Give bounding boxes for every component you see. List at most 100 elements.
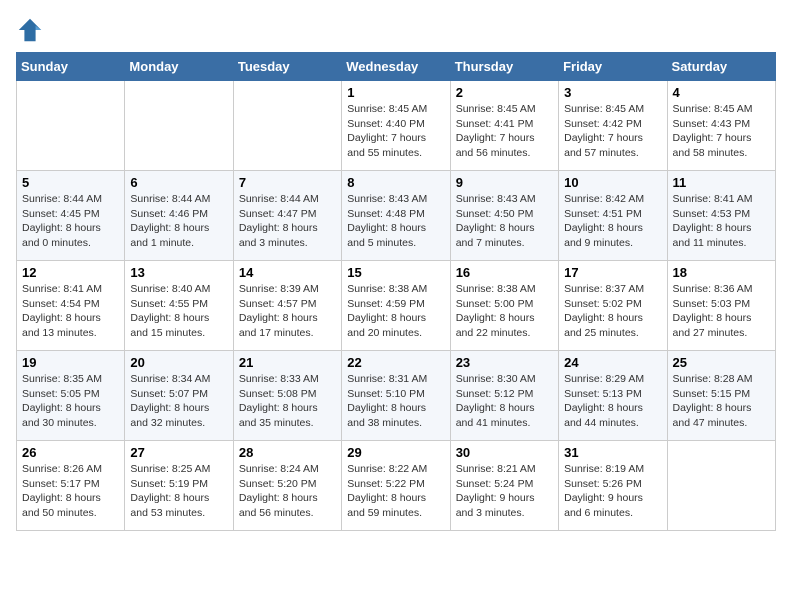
day-number: 16 [456, 265, 553, 280]
day-number: 14 [239, 265, 336, 280]
day-number: 12 [22, 265, 119, 280]
cell-details: Sunrise: 8:45 AMSunset: 4:42 PMDaylight:… [564, 102, 661, 161]
calendar-cell: 12Sunrise: 8:41 AMSunset: 4:54 PMDayligh… [17, 261, 125, 351]
calendar-cell: 13 Sunrise: 8:40 AMSunset: 4:55 PMDayligh… [125, 261, 233, 351]
calendar-cell: 19 Sunrise: 8:35 AMSunset: 5:05 PMDayligh… [17, 351, 125, 441]
day-number: 7 [239, 175, 336, 190]
calendar-cell [233, 81, 341, 171]
weekday-header-row: SundayMondayTuesdayWednesdayThursdayFrid… [17, 53, 776, 81]
cell-details: Sunrise: 8:44 AMSunset: 4:45 PMDaylight:… [22, 192, 119, 251]
calendar-table: SundayMondayTuesdayWednesdayThursdayFrid… [16, 52, 776, 531]
calendar-cell [667, 441, 775, 531]
day-number: 29 [347, 445, 444, 460]
calendar-cell: 16 Sunrise: 8:38 AMSunset: 5:00 PMDayligh… [450, 261, 558, 351]
calendar-cell: 22 Sunrise: 8:31 AMSunset: 5:10 PMDayligh… [342, 351, 450, 441]
calendar-cell: 6 Sunrise: 8:44 AMSunset: 4:46 PMDaylight… [125, 171, 233, 261]
weekday-header-friday: Friday [559, 53, 667, 81]
cell-details: Sunrise: 8:41 AMSunset: 4:53 PMDaylight:… [673, 192, 770, 251]
calendar-cell: 17 Sunrise: 8:37 AMSunset: 5:02 PMDayligh… [559, 261, 667, 351]
cell-details: Sunrise: 8:28 AMSunset: 5:15 PMDaylight:… [673, 372, 770, 431]
calendar-cell: 31Sunrise: 8:19 AMSunset: 5:26 PMDayligh… [559, 441, 667, 531]
cell-details: Sunrise: 8:40 AMSunset: 4:55 PMDaylight:… [130, 282, 227, 341]
calendar-cell: 20 Sunrise: 8:34 AMSunset: 5:07 PMDayligh… [125, 351, 233, 441]
calendar-cell: 21Sunrise: 8:33 AMSunset: 5:08 PMDayligh… [233, 351, 341, 441]
calendar-cell: 11 Sunrise: 8:41 AMSunset: 4:53 PMDayligh… [667, 171, 775, 261]
day-number: 18 [673, 265, 770, 280]
calendar-cell: 27 Sunrise: 8:25 AMSunset: 5:19 PMDayligh… [125, 441, 233, 531]
calendar-cell: 25 Sunrise: 8:28 AMSunset: 5:15 PMDayligh… [667, 351, 775, 441]
cell-details: Sunrise: 8:43 AMSunset: 4:50 PMDaylight:… [456, 192, 553, 251]
calendar-cell: 4Sunrise: 8:45 AMSunset: 4:43 PMDaylight… [667, 81, 775, 171]
day-number: 8 [347, 175, 444, 190]
cell-details: Sunrise: 8:45 AMSunset: 4:40 PMDaylight:… [347, 102, 444, 161]
calendar-cell: 10 Sunrise: 8:42 AMSunset: 4:51 PMDayligh… [559, 171, 667, 261]
day-number: 1 [347, 85, 444, 100]
week-row-2: 5 Sunrise: 8:44 AMSunset: 4:45 PMDaylight… [17, 171, 776, 261]
cell-details: Sunrise: 8:43 AMSunset: 4:48 PMDaylight:… [347, 192, 444, 251]
logo-icon [16, 16, 44, 44]
calendar-cell: 14 Sunrise: 8:39 AMSunset: 4:57 PMDayligh… [233, 261, 341, 351]
cell-details: Sunrise: 8:26 AMSunset: 5:17 PMDaylight:… [22, 462, 119, 521]
day-number: 23 [456, 355, 553, 370]
cell-details: Sunrise: 8:39 AMSunset: 4:57 PMDaylight:… [239, 282, 336, 341]
cell-details: Sunrise: 8:44 AMSunset: 4:47 PMDaylight:… [239, 192, 336, 251]
day-number: 11 [673, 175, 770, 190]
day-number: 19 [22, 355, 119, 370]
day-number: 9 [456, 175, 553, 190]
calendar-cell: 18 Sunrise: 8:36 AMSunset: 5:03 PMDayligh… [667, 261, 775, 351]
cell-details: Sunrise: 8:25 AMSunset: 5:19 PMDaylight:… [130, 462, 227, 521]
calendar-cell: 5 Sunrise: 8:44 AMSunset: 4:45 PMDaylight… [17, 171, 125, 261]
calendar-cell: 9 Sunrise: 8:43 AMSunset: 4:50 PMDaylight… [450, 171, 558, 261]
day-number: 21 [239, 355, 336, 370]
calendar-cell: 3 Sunrise: 8:45 AMSunset: 4:42 PMDaylight… [559, 81, 667, 171]
calendar-cell: 28 Sunrise: 8:24 AMSunset: 5:20 PMDayligh… [233, 441, 341, 531]
weekday-header-thursday: Thursday [450, 53, 558, 81]
calendar-cell: 15 Sunrise: 8:38 AMSunset: 4:59 PMDayligh… [342, 261, 450, 351]
weekday-header-tuesday: Tuesday [233, 53, 341, 81]
cell-details: Sunrise: 8:37 AMSunset: 5:02 PMDaylight:… [564, 282, 661, 341]
calendar-cell: 30 Sunrise: 8:21 AMSunset: 5:24 PMDayligh… [450, 441, 558, 531]
cell-details: Sunrise: 8:19 AMSunset: 5:26 PMDaylight:… [564, 462, 661, 521]
page-header [16, 16, 776, 44]
day-number: 3 [564, 85, 661, 100]
cell-details: Sunrise: 8:31 AMSunset: 5:10 PMDaylight:… [347, 372, 444, 431]
weekday-header-saturday: Saturday [667, 53, 775, 81]
cell-details: Sunrise: 8:24 AMSunset: 5:20 PMDaylight:… [239, 462, 336, 521]
day-number: 5 [22, 175, 119, 190]
day-number: 13 [130, 265, 227, 280]
day-number: 10 [564, 175, 661, 190]
day-number: 27 [130, 445, 227, 460]
day-number: 6 [130, 175, 227, 190]
weekday-header-sunday: Sunday [17, 53, 125, 81]
day-number: 17 [564, 265, 661, 280]
day-number: 28 [239, 445, 336, 460]
week-row-3: 12Sunrise: 8:41 AMSunset: 4:54 PMDayligh… [17, 261, 776, 351]
weekday-header-monday: Monday [125, 53, 233, 81]
day-number: 25 [673, 355, 770, 370]
logo [16, 16, 48, 44]
cell-details: Sunrise: 8:34 AMSunset: 5:07 PMDaylight:… [130, 372, 227, 431]
cell-details: Sunrise: 8:35 AMSunset: 5:05 PMDaylight:… [22, 372, 119, 431]
calendar-cell: 29Sunrise: 8:22 AMSunset: 5:22 PMDayligh… [342, 441, 450, 531]
week-row-5: 26Sunrise: 8:26 AMSunset: 5:17 PMDayligh… [17, 441, 776, 531]
calendar-cell: 7 Sunrise: 8:44 AMSunset: 4:47 PMDaylight… [233, 171, 341, 261]
week-row-4: 19 Sunrise: 8:35 AMSunset: 5:05 PMDayligh… [17, 351, 776, 441]
cell-details: Sunrise: 8:44 AMSunset: 4:46 PMDaylight:… [130, 192, 227, 251]
day-number: 22 [347, 355, 444, 370]
calendar-cell [17, 81, 125, 171]
cell-details: Sunrise: 8:38 AMSunset: 5:00 PMDaylight:… [456, 282, 553, 341]
day-number: 20 [130, 355, 227, 370]
day-number: 15 [347, 265, 444, 280]
day-number: 24 [564, 355, 661, 370]
calendar-cell: 8 Sunrise: 8:43 AMSunset: 4:48 PMDaylight… [342, 171, 450, 261]
day-number: 4 [673, 85, 770, 100]
weekday-header-wednesday: Wednesday [342, 53, 450, 81]
cell-details: Sunrise: 8:42 AMSunset: 4:51 PMDaylight:… [564, 192, 661, 251]
calendar-cell: 23Sunrise: 8:30 AMSunset: 5:12 PMDayligh… [450, 351, 558, 441]
cell-details: Sunrise: 8:38 AMSunset: 4:59 PMDaylight:… [347, 282, 444, 341]
calendar-cell: 1 Sunrise: 8:45 AMSunset: 4:40 PMDaylight… [342, 81, 450, 171]
cell-details: Sunrise: 8:36 AMSunset: 5:03 PMDaylight:… [673, 282, 770, 341]
cell-details: Sunrise: 8:21 AMSunset: 5:24 PMDaylight:… [456, 462, 553, 521]
day-number: 30 [456, 445, 553, 460]
calendar-cell: 26Sunrise: 8:26 AMSunset: 5:17 PMDayligh… [17, 441, 125, 531]
